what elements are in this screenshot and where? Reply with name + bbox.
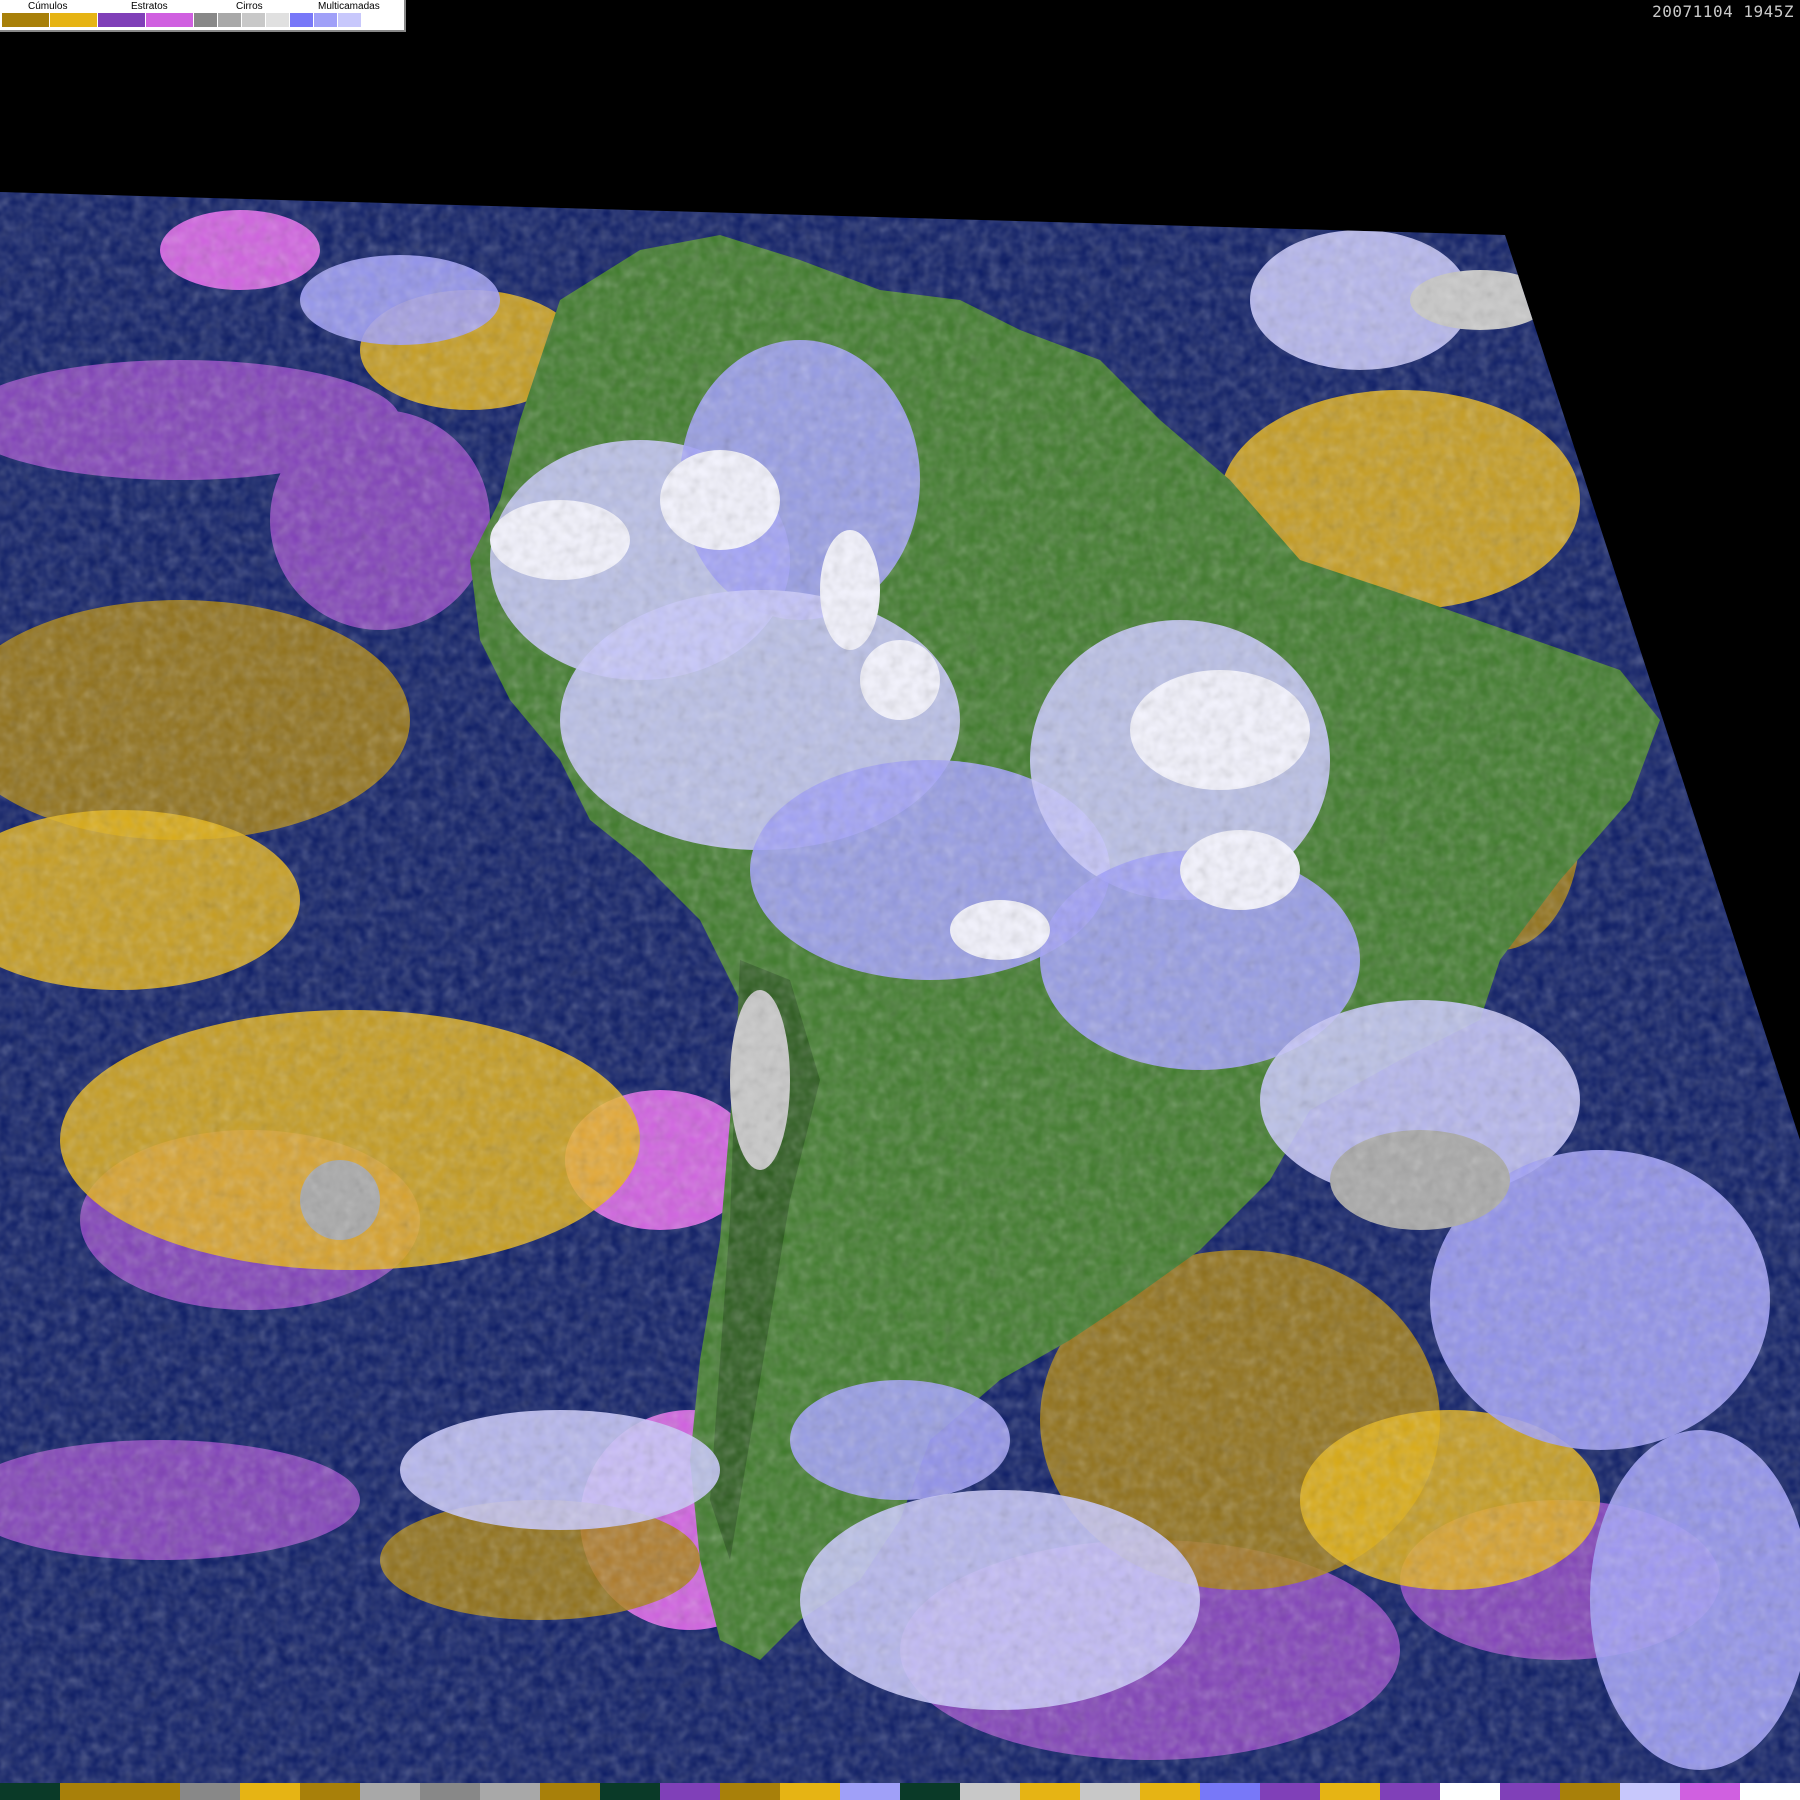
- palette-swatch: [600, 1783, 660, 1800]
- legend-swatch: [242, 13, 266, 27]
- palette-swatch: [840, 1783, 900, 1800]
- legend-label-multilayer: Multicamadas: [318, 1, 380, 12]
- legend-label-cumulus: Cúmulos: [28, 1, 68, 12]
- palette-swatch: [120, 1783, 180, 1800]
- palette-swatch: [180, 1783, 240, 1800]
- legend-swatch: [290, 13, 314, 27]
- palette-swatch: [780, 1783, 840, 1800]
- legend-swatches: [2, 13, 386, 27]
- palette-swatch: [1140, 1783, 1200, 1800]
- legend-swatch: [146, 13, 194, 27]
- palette-swatch: [1200, 1783, 1260, 1800]
- palette-swatch: [1440, 1783, 1500, 1800]
- legend-swatch: [338, 13, 362, 27]
- palette-swatch: [420, 1783, 480, 1800]
- legend-swatch: [2, 13, 50, 27]
- palette-swatch: [900, 1783, 960, 1800]
- palette-swatch: [1080, 1783, 1140, 1800]
- palette-swatch: [1620, 1783, 1680, 1800]
- timestamp: 20071104 1945Z: [1652, 2, 1794, 21]
- earth-disc: [0, 192, 1800, 1783]
- palette-swatch: [1680, 1783, 1740, 1800]
- palette-swatch: [0, 1783, 60, 1800]
- satellite-cloud-map: [0, 0, 1800, 1800]
- palette-swatch: [1020, 1783, 1080, 1800]
- color-palette-strip: [0, 1783, 1800, 1800]
- palette-swatch: [1560, 1783, 1620, 1800]
- palette-swatch: [480, 1783, 540, 1800]
- palette-swatch: [60, 1783, 120, 1800]
- legend-swatch: [362, 13, 386, 27]
- palette-swatch: [1380, 1783, 1440, 1800]
- legend-swatch: [218, 13, 242, 27]
- legend-label-cirrus: Cirros: [236, 1, 263, 12]
- palette-swatch: [960, 1783, 1020, 1800]
- legend-swatch: [314, 13, 338, 27]
- legend-swatch: [194, 13, 218, 27]
- palette-swatch: [1260, 1783, 1320, 1800]
- palette-swatch: [1500, 1783, 1560, 1800]
- palette-swatch: [300, 1783, 360, 1800]
- legend-swatch: [98, 13, 146, 27]
- legend-swatch: [50, 13, 98, 27]
- palette-swatch: [720, 1783, 780, 1800]
- palette-swatch: [1740, 1783, 1800, 1800]
- palette-swatch: [360, 1783, 420, 1800]
- legend-swatch: [266, 13, 290, 27]
- legend-label-stratus: Estratos: [131, 1, 168, 12]
- palette-swatch: [660, 1783, 720, 1800]
- palette-swatch: [1320, 1783, 1380, 1800]
- cloud-type-legend: Cúmulos Estratos Cirros Multicamadas: [0, 0, 406, 32]
- palette-swatch: [240, 1783, 300, 1800]
- palette-swatch: [540, 1783, 600, 1800]
